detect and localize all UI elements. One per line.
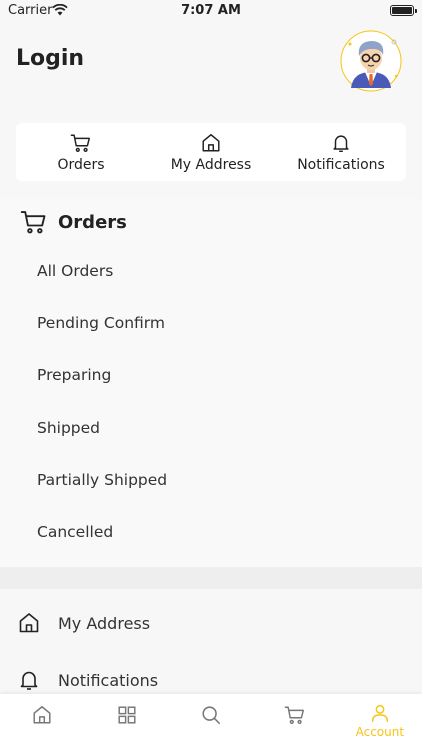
order-filter-preparing[interactable]: Preparing [37,366,111,384]
orders-section-title: Orders [58,212,127,233]
tab-bar: Account [0,694,422,750]
tab-account[interactable]: Account [338,694,422,750]
quick-action-label: Notifications [297,157,385,173]
menu-item-my-address[interactable]: My Address [58,614,150,633]
section-divider [0,567,422,589]
home-icon [33,706,51,724]
bell-icon [333,135,349,152]
status-time: 7:07 AM [181,3,241,18]
order-filter-partially-shipped[interactable]: Partially Shipped [37,471,167,489]
battery-icon [390,5,417,16]
home-icon [202,134,220,152]
avatar[interactable] [336,28,406,94]
grid-icon [118,706,136,724]
quick-action-notifications[interactable]: Notifications [276,123,406,181]
quick-action-label: My Address [170,157,252,173]
search-icon [202,706,221,725]
page-title[interactable]: Login [16,46,84,71]
user-icon [371,704,388,722]
quick-action-label: Orders [57,157,105,173]
tab-account-label: Account [355,725,405,739]
tab-search[interactable] [169,694,253,750]
order-filter-cancelled[interactable]: Cancelled [37,523,113,541]
quick-actions-card: Orders My Address Notifications [16,123,406,181]
tab-categories[interactable] [84,694,168,750]
quick-action-address[interactable]: My Address [146,123,276,181]
order-filter-shipped[interactable]: Shipped [37,419,100,437]
order-filter-all[interactable]: All Orders [37,262,113,280]
tab-home[interactable] [0,694,84,750]
tab-cart[interactable] [253,694,337,750]
menu-item-notifications[interactable]: Notifications [58,671,158,690]
cart-icon [20,211,46,234]
order-filter-pending[interactable]: Pending Confirm [37,314,165,332]
bell-icon [20,671,38,690]
status-bar: Carrier 7:07 AM [0,0,422,22]
home-icon [19,613,39,633]
cart-icon [70,134,90,152]
quick-action-orders[interactable]: Orders [16,123,146,181]
cart-icon [285,706,305,724]
